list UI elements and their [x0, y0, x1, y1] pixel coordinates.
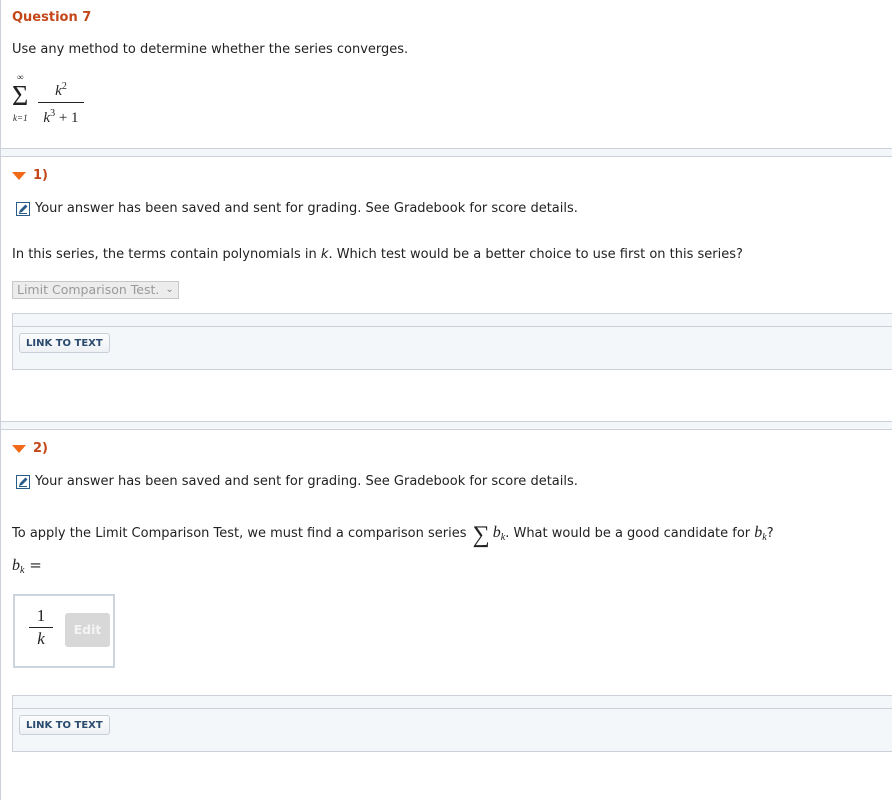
sigma-symbol: Σ: [12, 81, 29, 112]
saved-message: Your answer has been saved and sent for …: [35, 474, 578, 489]
test-choice-select[interactable]: Limit Comparison Test. ⌄: [12, 281, 179, 299]
fraction-bar: [29, 627, 53, 628]
question-block: Question 7 Use any method to determine w…: [1, 0, 892, 148]
section-divider: [1, 421, 892, 430]
part-2-label: 2): [33, 441, 48, 456]
collapse-triangle-icon[interactable]: [12, 171, 26, 180]
answer-denominator: k: [37, 629, 45, 648]
edit-button[interactable]: Edit: [65, 613, 110, 647]
part-2-resources: LINK TO TEXT: [12, 695, 892, 752]
fraction-denominator: k3 + 1: [43, 108, 79, 126]
series-term-fraction: k2 k3 + 1: [38, 77, 84, 128]
select-value: Limit Comparison Test.: [17, 282, 160, 297]
answer-numerator: 1: [36, 606, 46, 625]
part-1-label: 1): [33, 168, 48, 183]
link-to-text-button[interactable]: LINK TO TEXT: [19, 715, 110, 735]
chevron-down-icon: ⌄: [165, 284, 174, 295]
part-2-question: To apply the Limit Comparison Test, we m…: [12, 522, 774, 548]
resources-header: [13, 696, 892, 709]
saved-notice: Your answer has been saved and sent for …: [16, 201, 578, 216]
fraction-numerator: k2: [55, 81, 67, 99]
saved-message: Your answer has been saved and sent for …: [35, 201, 578, 216]
resources-header: [13, 314, 892, 327]
saved-notice: Your answer has been saved and sent for …: [16, 474, 578, 489]
sum-lower-limit: k=1: [13, 113, 28, 123]
math-answer-box: 1 k Edit: [13, 594, 115, 668]
link-to-text-button[interactable]: LINK TO TEXT: [19, 333, 110, 353]
answer-fraction: 1 k: [29, 606, 53, 649]
pencil-edit-icon: [16, 201, 30, 216]
page: Question 7 Use any method to determine w…: [0, 0, 892, 800]
fraction-bar: [38, 102, 84, 103]
part-1-header[interactable]: 1): [12, 168, 48, 183]
question-prompt: Use any method to determine whether the …: [12, 42, 409, 57]
collapse-triangle-icon[interactable]: [12, 444, 26, 453]
answer-label: bk =: [12, 556, 42, 576]
series-formula: ∞ Σ k=1 k2 k3 + 1: [12, 73, 102, 128]
sum-symbol: ∑: [472, 522, 490, 548]
part-1-question: In this series, the terms contain polyno…: [12, 247, 743, 262]
pencil-edit-icon: [16, 474, 30, 489]
part-1-resources: LINK TO TEXT: [12, 313, 892, 370]
question-title: Question 7: [12, 10, 92, 25]
part-2-header[interactable]: 2): [12, 441, 48, 456]
section-divider: [1, 148, 892, 157]
